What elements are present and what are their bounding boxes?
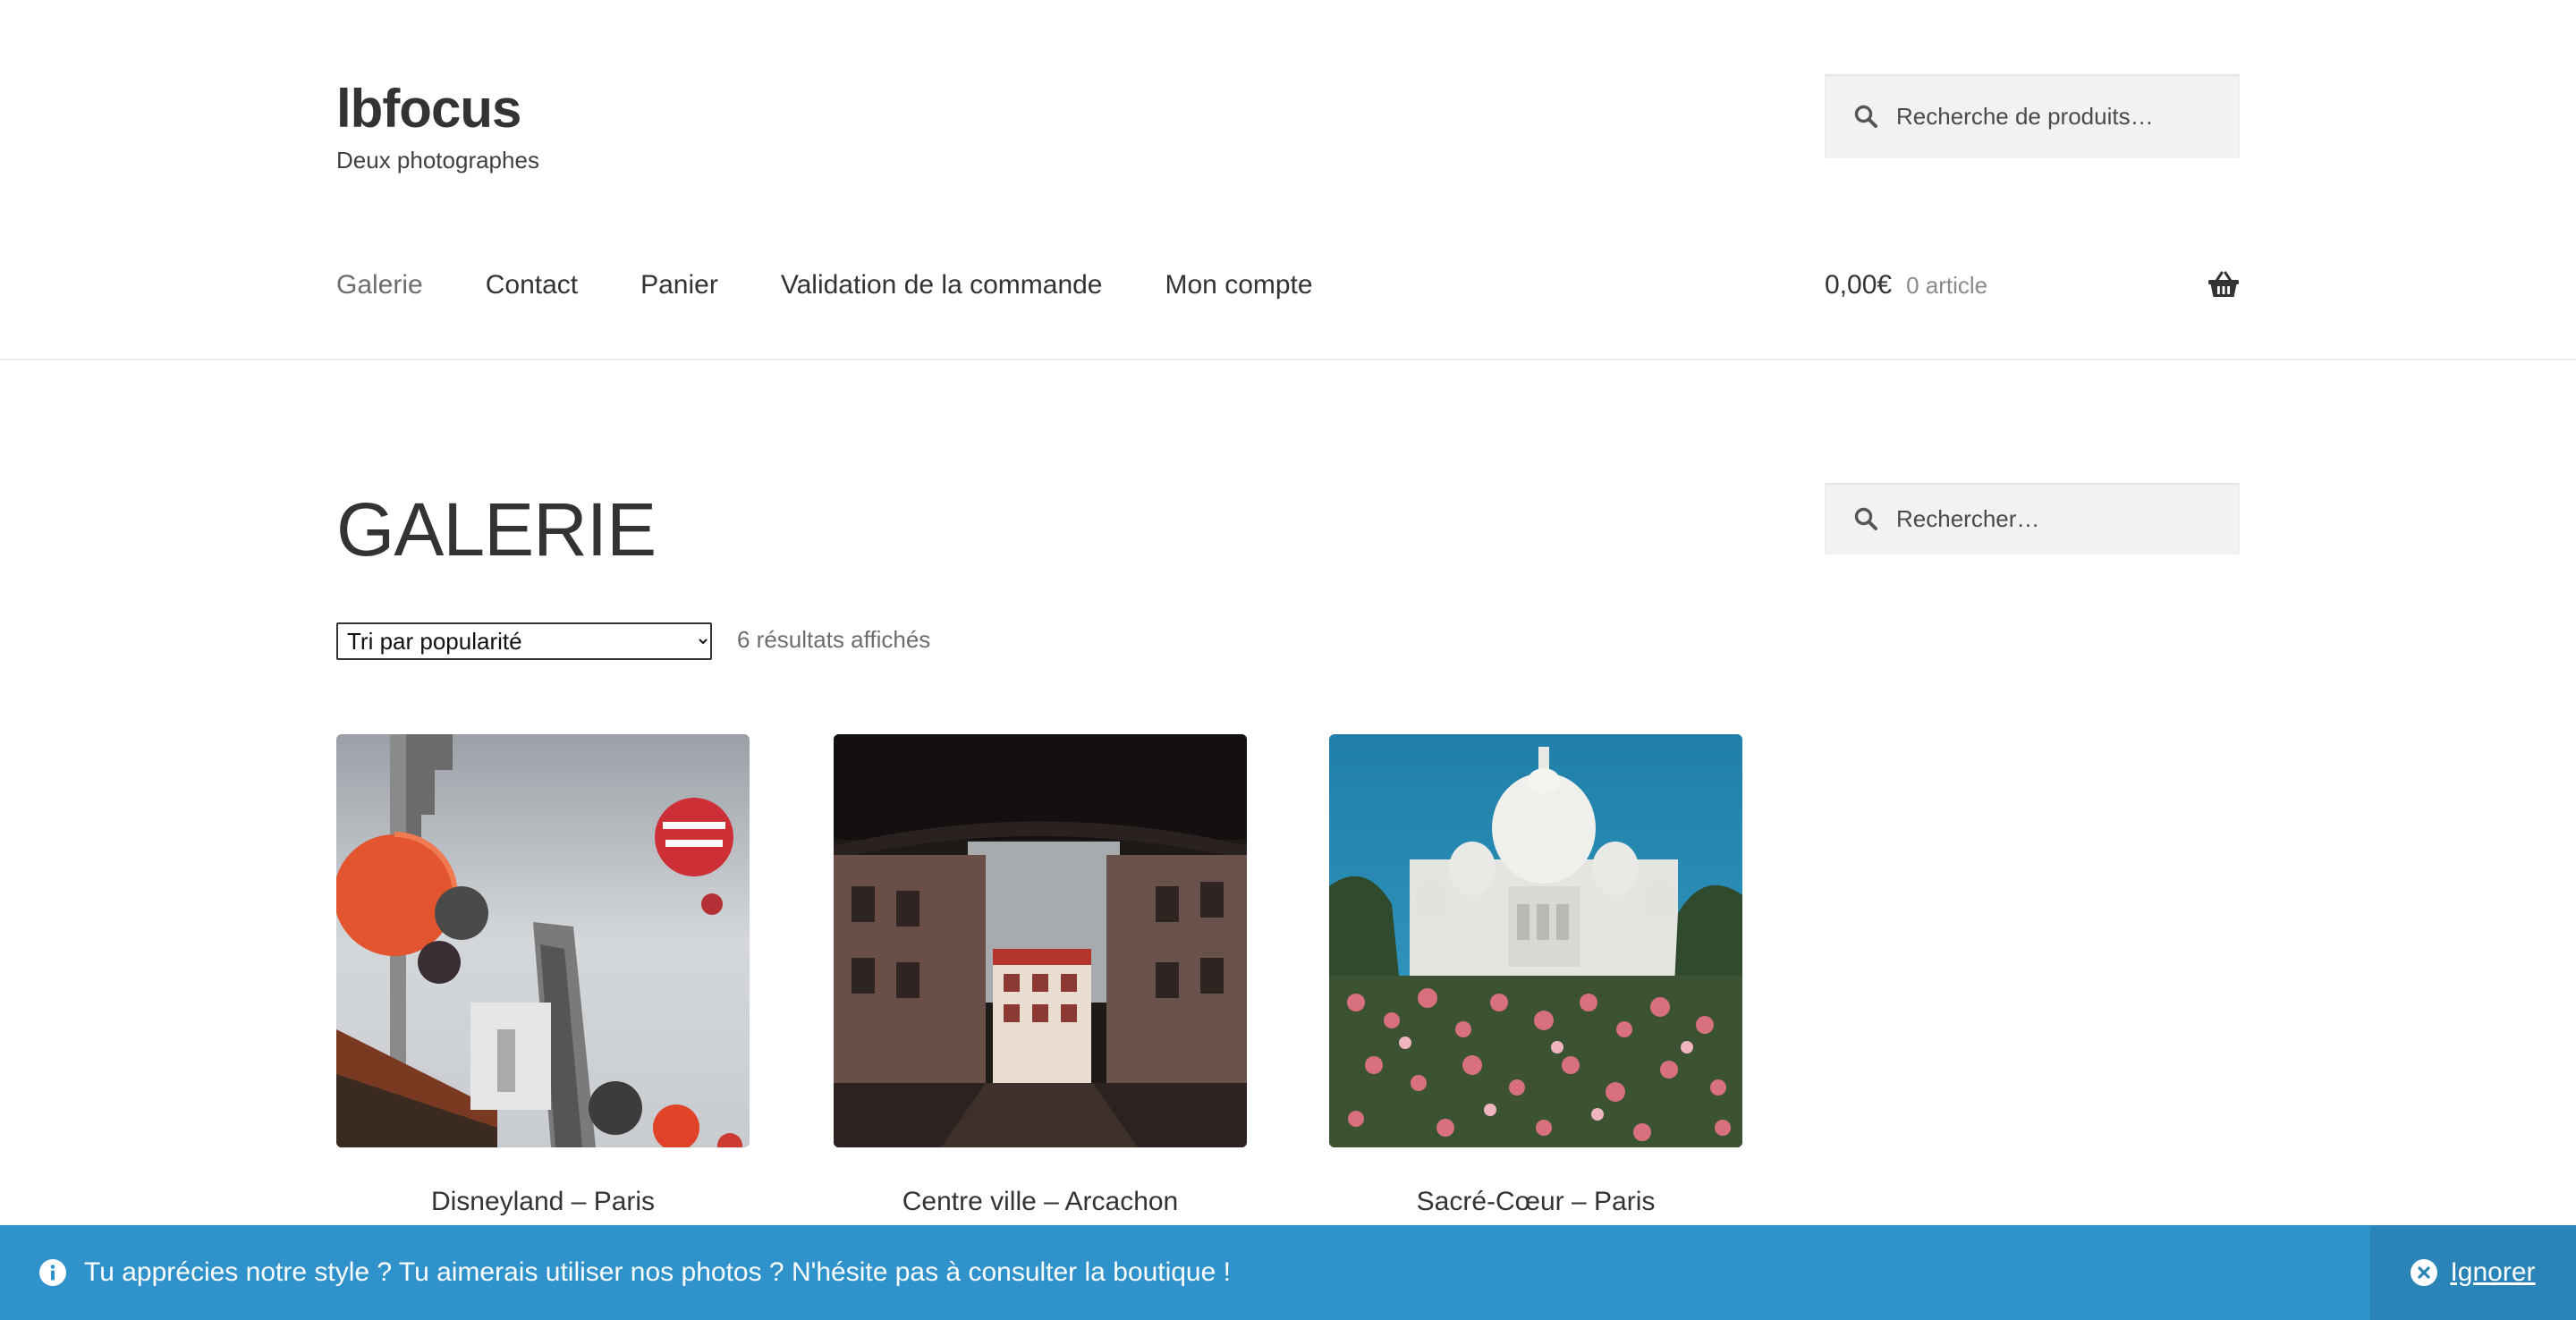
store-notice-message: Tu apprécies notre style ? Tu aimerais u…: [84, 1257, 1231, 1287]
dismiss-notice-button[interactable]: Ignorer: [2370, 1225, 2576, 1320]
nav-item-validation-commande[interactable]: Validation de la commande: [781, 270, 1103, 300]
cart-amount: 0,00€: [1825, 270, 1893, 300]
product-card[interactable]: Centre ville – Arcachon: [834, 734, 1247, 1217]
product-image-disneyland[interactable]: [336, 734, 750, 1147]
search-icon: [1854, 105, 1877, 128]
product-title[interactable]: Sacré-Cœur – Paris: [1329, 1187, 1742, 1217]
product-card[interactable]: Disneyland – Paris: [336, 734, 750, 1217]
sidebar-search-input[interactable]: [1896, 504, 2200, 533]
product-image-arcachon[interactable]: [834, 734, 1247, 1147]
site-description: Deux photographes: [336, 147, 539, 173]
basket-icon: [2208, 271, 2239, 297]
store-notice: Tu apprécies notre style ? Tu aimerais u…: [0, 1225, 2576, 1320]
sidebar-search-form: [1825, 483, 2240, 554]
product-title[interactable]: Disneyland – Paris: [336, 1187, 750, 1217]
nav-item-panier[interactable]: Panier: [640, 270, 718, 300]
search-icon: [1854, 507, 1877, 530]
info-icon: [39, 1259, 66, 1286]
nav-item-mon-compte[interactable]: Mon compte: [1165, 270, 1313, 300]
site-title[interactable]: lbfocus: [336, 73, 521, 145]
nav-item-contact[interactable]: Contact: [486, 270, 578, 300]
header-cart[interactable]: 0,00€ 0 article: [1825, 270, 2240, 300]
product-card[interactable]: Sacré-Cœur – Paris: [1329, 734, 1742, 1217]
product-image-sacre-coeur[interactable]: [1329, 734, 1742, 1147]
header-divider: [0, 359, 2576, 360]
nav-item-galerie[interactable]: Galerie: [336, 270, 423, 300]
dismiss-notice-label: Ignorer: [2450, 1257, 2536, 1287]
primary-navigation: Galerie Contact Panier Validation de la …: [336, 270, 1313, 300]
product-search-form: [1825, 74, 2240, 158]
cart-count: 0 article: [1906, 271, 1988, 299]
page-title: GALERIE: [336, 487, 657, 571]
result-count: 6 résultats affichés: [737, 626, 931, 653]
product-search-input[interactable]: [1896, 102, 2200, 131]
product-title[interactable]: Centre ville – Arcachon: [834, 1187, 1247, 1217]
close-icon: [2411, 1259, 2438, 1286]
orderby-select[interactable]: Tri par popularité: [336, 622, 712, 660]
